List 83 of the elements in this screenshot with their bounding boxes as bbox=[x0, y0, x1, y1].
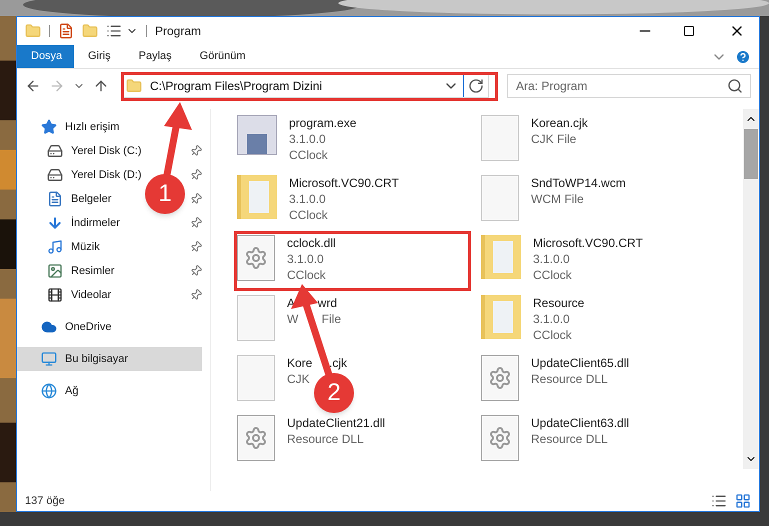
folder-icon bbox=[481, 295, 521, 339]
file-detail: CJK bbox=[287, 371, 310, 387]
view-icon[interactable] bbox=[106, 23, 122, 39]
back-icon[interactable] bbox=[25, 78, 41, 94]
properties-icon[interactable] bbox=[58, 23, 74, 39]
file-detail: WCM File bbox=[531, 191, 584, 207]
computer-icon bbox=[41, 351, 57, 367]
drive-icon bbox=[47, 143, 63, 159]
star-icon bbox=[41, 119, 57, 135]
sidebar-item[interactable]: Resimler bbox=[17, 259, 122, 283]
tiles-view-icon[interactable] bbox=[735, 493, 751, 509]
sidebar-item[interactable]: Ağ bbox=[17, 379, 86, 403]
up-icon[interactable] bbox=[93, 78, 109, 94]
search-field[interactable]: Ara: Program bbox=[507, 74, 751, 98]
file-detail: 3.1.0.0 bbox=[533, 311, 570, 327]
folder-icon bbox=[481, 235, 521, 279]
file-icon bbox=[237, 295, 275, 341]
file-name[interactable]: Kore .cjk bbox=[287, 355, 348, 371]
file-detail: CClock bbox=[533, 327, 572, 343]
ribbon-tab[interactable]: Dosya bbox=[17, 45, 74, 68]
file-icon bbox=[481, 175, 519, 221]
program-icon bbox=[237, 115, 277, 155]
drive-icon bbox=[47, 167, 63, 183]
document-icon bbox=[47, 191, 63, 207]
film-icon bbox=[47, 287, 63, 303]
sidebar-item[interactable]: Müzik bbox=[17, 235, 108, 259]
file-detail: CClock bbox=[287, 267, 326, 283]
refresh-icon[interactable] bbox=[468, 78, 484, 94]
cloud-icon bbox=[41, 319, 57, 335]
file-detail: 3.1.0.0 bbox=[533, 251, 570, 267]
settings-file-icon bbox=[237, 235, 275, 281]
network-icon bbox=[41, 383, 57, 399]
music-note-icon bbox=[47, 239, 63, 255]
file-name[interactable]: UpdateClient21.dll bbox=[287, 415, 386, 431]
file-name[interactable]: cclock.dll bbox=[287, 235, 336, 251]
file-name[interactable]: Microsoft.VC90.CRT bbox=[289, 175, 399, 191]
settings-file-icon bbox=[237, 415, 275, 461]
status-item-count: 137 öğe bbox=[25, 494, 65, 509]
file-detail: CClock bbox=[289, 207, 328, 223]
sidebar-item[interactable]: Hızlı erişim bbox=[17, 115, 128, 139]
file-icon bbox=[481, 115, 519, 161]
file-detail: 3.1.0.0 bbox=[289, 191, 326, 207]
maximize-icon[interactable] bbox=[683, 25, 695, 37]
file-name[interactable]: Korean.cjk bbox=[531, 115, 588, 131]
ribbon-tab[interactable]: Görünüm bbox=[186, 45, 260, 68]
ribbon-tab[interactable]: Paylaş bbox=[124, 45, 186, 68]
ribbon-tab[interactable]: Giriş bbox=[74, 45, 125, 68]
file-name[interactable]: Resource bbox=[533, 295, 584, 311]
sidebar-item[interactable]: İndirmeler bbox=[17, 211, 128, 235]
sidebar-item[interactable]: OneDrive bbox=[17, 315, 120, 339]
address-bar[interactable]: C:\Program Files\Program Dizini bbox=[121, 74, 489, 98]
sidebar-item[interactable]: Videolar bbox=[17, 283, 120, 307]
window-title: Program bbox=[155, 23, 202, 40]
sidebar-item[interactable]: Bu bilgisayar bbox=[17, 347, 202, 371]
help-icon[interactable] bbox=[735, 48, 751, 64]
scrollbar[interactable] bbox=[743, 109, 759, 469]
file-name[interactable]: UpdateClient65.dll bbox=[531, 355, 630, 371]
sidebar-item[interactable]: Yerel Disk (C:) bbox=[17, 139, 150, 163]
file-detail: W File bbox=[287, 311, 341, 327]
file-icon bbox=[237, 355, 275, 401]
sidebar-item[interactable]: Belgeler bbox=[17, 187, 120, 211]
folder-icon bbox=[237, 175, 277, 219]
scrollbar-thumb[interactable] bbox=[744, 129, 758, 179]
file-detail: Resource DLL bbox=[531, 431, 608, 447]
file-detail: CClock bbox=[289, 147, 328, 163]
file-name[interactable]: Microsoft.VC90.CRT bbox=[533, 235, 643, 251]
download-icon bbox=[47, 215, 63, 231]
image-icon bbox=[47, 263, 63, 279]
details-view-icon[interactable] bbox=[711, 493, 727, 509]
folder-icon bbox=[126, 78, 142, 94]
address-path: C:\Program Files\Program Dizini bbox=[150, 78, 324, 95]
file-detail: Resource DLL bbox=[531, 371, 608, 387]
settings-file-icon bbox=[481, 415, 519, 461]
file-detail: 3.1.0.0 bbox=[287, 251, 324, 267]
file-detail: CClock bbox=[533, 267, 572, 283]
file-detail: CJK File bbox=[531, 131, 576, 147]
file-name[interactable]: SndToWP14.wcm bbox=[531, 175, 626, 191]
settings-file-icon bbox=[481, 355, 519, 401]
file-name[interactable]: UpdateClient63.dll bbox=[531, 415, 630, 431]
file-detail: 3.1.0.0 bbox=[289, 131, 326, 147]
search-icon bbox=[727, 78, 743, 94]
file-name[interactable]: program.exe bbox=[289, 115, 356, 131]
file-detail: Resource DLL bbox=[287, 431, 364, 447]
